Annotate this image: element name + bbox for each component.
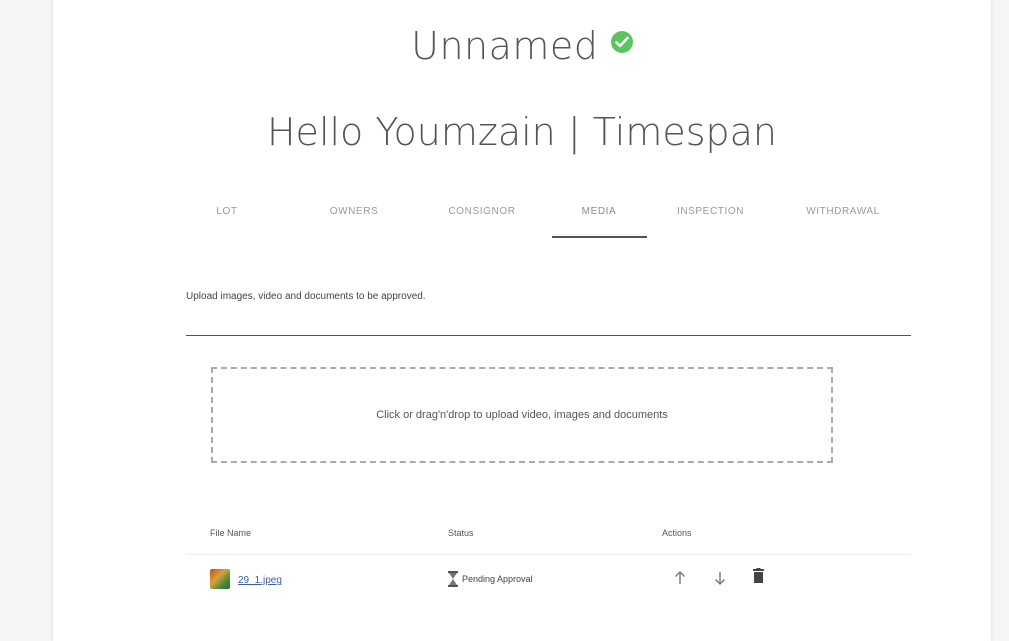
tab-lot[interactable]: LOT bbox=[207, 206, 247, 217]
arrow-up-icon[interactable] bbox=[674, 570, 686, 591]
header-status: Status bbox=[448, 528, 474, 538]
media-table: File Name Status Actions 29_1.jpeg Pendi… bbox=[186, 518, 911, 605]
tab-media[interactable]: MEDIA bbox=[564, 206, 634, 217]
page-title: Unnamed bbox=[411, 24, 599, 68]
upload-instructions: Upload images, video and documents to be… bbox=[186, 291, 426, 302]
hourglass-icon bbox=[448, 571, 458, 592]
status-text: Pending Approval bbox=[462, 574, 533, 584]
tab-withdrawal[interactable]: WITHDRAWAL bbox=[793, 206, 893, 217]
header-file-name: File Name bbox=[210, 528, 252, 538]
tab-bar: LOT OWNERS CONSIGNOR MEDIA INSPECTION WI… bbox=[193, 196, 913, 240]
file-name-link[interactable]: 29_1.jpeg bbox=[238, 575, 282, 586]
file-thumbnail[interactable] bbox=[210, 569, 230, 589]
tab-consignor[interactable]: CONSIGNOR bbox=[437, 206, 527, 217]
upload-dropzone[interactable]: Click or drag'n'drop to upload video, im… bbox=[211, 367, 833, 463]
page-subtitle: Hello Youmzain | Timespan bbox=[266, 110, 778, 154]
header-actions: Actions bbox=[662, 528, 692, 538]
dropzone-label: Click or drag'n'drop to upload video, im… bbox=[376, 409, 668, 421]
active-tab-indicator bbox=[552, 236, 647, 238]
section-divider bbox=[186, 335, 911, 336]
trash-icon[interactable] bbox=[753, 568, 764, 589]
check-circle-icon bbox=[610, 31, 633, 53]
title-row: Unnamed bbox=[53, 24, 991, 68]
tab-owners[interactable]: OWNERS bbox=[319, 206, 389, 217]
table-row: 29_1.jpeg Pending Approval bbox=[186, 555, 911, 605]
tab-inspection[interactable]: INSPECTION bbox=[663, 206, 758, 217]
table-header: File Name Status Actions bbox=[186, 518, 911, 555]
arrow-down-icon[interactable] bbox=[714, 570, 726, 591]
main-card: Unnamed Hello Youmzain | Timespan LOT OW… bbox=[53, 0, 991, 641]
